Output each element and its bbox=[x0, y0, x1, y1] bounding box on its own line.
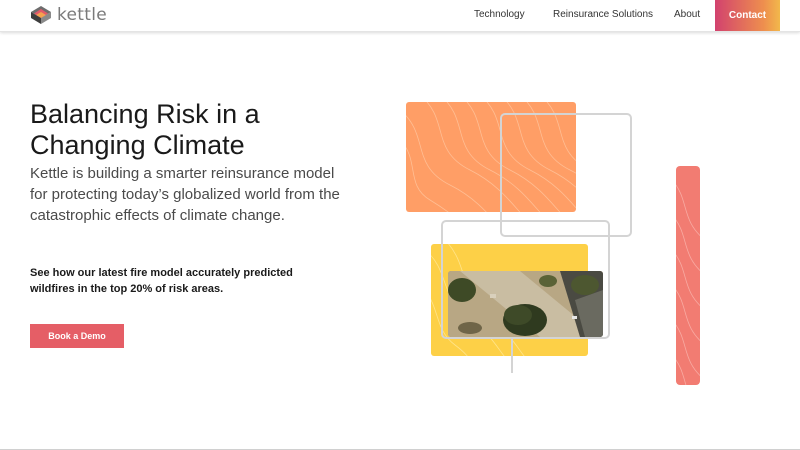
orange-panel bbox=[406, 102, 576, 212]
coral-accent-bar bbox=[676, 166, 700, 385]
page: kettle Technology Reinsurance Solutions … bbox=[0, 0, 800, 450]
hero-illustration bbox=[406, 102, 700, 385]
aerial-wildfire-photo bbox=[448, 271, 603, 337]
